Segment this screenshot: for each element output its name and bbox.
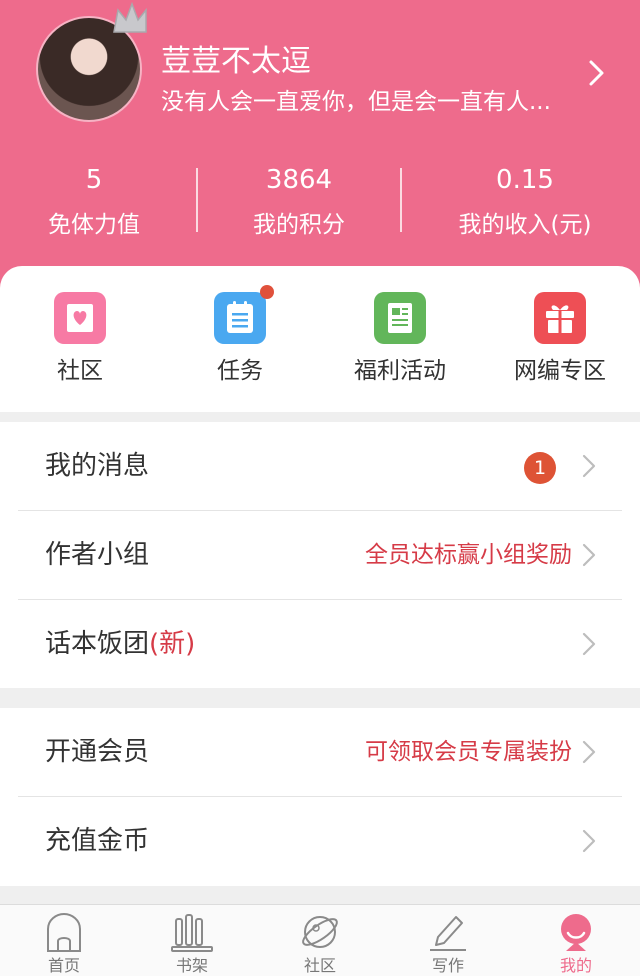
quick-label: 任务 bbox=[217, 358, 263, 384]
menu-section-2: 开通会员 可领取会员专属装扮 充值金币 bbox=[0, 708, 640, 886]
crown-icon bbox=[113, 2, 147, 33]
stat-value: 3864 bbox=[265, 165, 333, 195]
unread-badge: 1 bbox=[524, 452, 556, 484]
tab-label: 我的 bbox=[559, 956, 592, 975]
menu-label: 话本饭团(新) bbox=[45, 600, 195, 688]
home-icon bbox=[47, 912, 81, 952]
pencil-icon bbox=[430, 916, 466, 951]
bottom-tab-bar: 首页 书架 社区 写作 我的 bbox=[0, 904, 640, 976]
planet-icon bbox=[302, 916, 338, 948]
tab-label: 书架 bbox=[175, 956, 208, 975]
tab-write[interactable]: 写作 bbox=[384, 911, 512, 976]
menu-label: 我的消息 bbox=[45, 451, 150, 481]
chevron-right-icon bbox=[582, 632, 596, 656]
menu-hint: 可领取会员专属装扮 bbox=[365, 739, 572, 765]
tab-community[interactable]: 社区 bbox=[256, 911, 384, 976]
menu-recharge[interactable]: 充值金币 bbox=[18, 797, 622, 885]
bookshelf-icon bbox=[171, 914, 213, 952]
menu-label: 作者小组 bbox=[45, 540, 150, 570]
menu-section-1: 我的消息 1 作者小组 全员达标赢小组奖励 话本饭团(新) bbox=[0, 422, 640, 688]
chevron-right-icon bbox=[582, 543, 596, 567]
profile-header: 荳荳不太逗 没有人会一直爱你，但是会一直有人... 5 免体力值 3864 我的… bbox=[0, 0, 640, 300]
stat-value: 5 bbox=[85, 165, 103, 195]
menu-label: 开通会员 bbox=[45, 737, 150, 767]
menu-fan-group[interactable]: 话本饭团(新) bbox=[18, 600, 622, 688]
tab-label: 首页 bbox=[47, 956, 80, 975]
chevron-right-icon[interactable] bbox=[586, 58, 608, 88]
stat-label: 我的积分 bbox=[253, 212, 345, 238]
user-name[interactable]: 荳荳不太逗 bbox=[161, 36, 311, 80]
stat-label: 我的收入(元) bbox=[458, 212, 592, 238]
tab-label: 写作 bbox=[431, 956, 464, 975]
chevron-right-icon bbox=[582, 829, 596, 853]
quick-welfare[interactable]: 福利活动 bbox=[320, 292, 480, 386]
quick-community[interactable]: 社区 bbox=[0, 292, 160, 386]
stat-value: 0.15 bbox=[496, 165, 554, 195]
stat-label: 免体力值 bbox=[48, 212, 140, 238]
chevron-right-icon bbox=[582, 740, 596, 764]
tab-bookshelf[interactable]: 书架 bbox=[128, 911, 256, 976]
quick-label: 社区 bbox=[57, 358, 103, 384]
community-icon bbox=[54, 292, 106, 344]
stat-income[interactable]: 0.15 我的收入(元) bbox=[425, 164, 625, 242]
menu-author-group[interactable]: 作者小组 全员达标赢小组奖励 bbox=[18, 511, 622, 599]
quick-label: 网编专区 bbox=[514, 358, 606, 384]
menu-label: 充值金币 bbox=[45, 826, 150, 856]
tab-label: 社区 bbox=[303, 956, 336, 975]
stat-divider bbox=[196, 168, 198, 232]
tab-mine[interactable]: 我的 bbox=[512, 911, 640, 976]
chevron-right-icon bbox=[582, 454, 596, 478]
menu-membership[interactable]: 开通会员 可领取会员专属装扮 bbox=[18, 708, 622, 796]
profile-icon bbox=[561, 914, 591, 951]
stat-points[interactable]: 3864 我的积分 bbox=[199, 164, 399, 242]
tab-home[interactable]: 首页 bbox=[0, 911, 128, 976]
stat-divider bbox=[400, 168, 402, 232]
menu-label-text: 话本饭团 bbox=[45, 629, 150, 659]
quick-label: 福利活动 bbox=[354, 358, 446, 384]
new-tag: (新) bbox=[149, 629, 196, 659]
task-clipboard-icon bbox=[214, 285, 274, 344]
notification-dot bbox=[260, 285, 274, 299]
welfare-news-icon bbox=[374, 292, 426, 344]
quick-editor-zone[interactable]: 网编专区 bbox=[480, 292, 640, 386]
gift-icon bbox=[534, 292, 586, 344]
menu-my-messages[interactable]: 我的消息 1 bbox=[18, 422, 622, 510]
quick-tasks[interactable]: 任务 bbox=[160, 285, 320, 386]
menu-hint: 全员达标赢小组奖励 bbox=[365, 542, 572, 568]
user-bio[interactable]: 没有人会一直爱你，但是会一直有人... bbox=[161, 82, 581, 116]
stat-stamina[interactable]: 5 免体力值 bbox=[0, 164, 194, 242]
